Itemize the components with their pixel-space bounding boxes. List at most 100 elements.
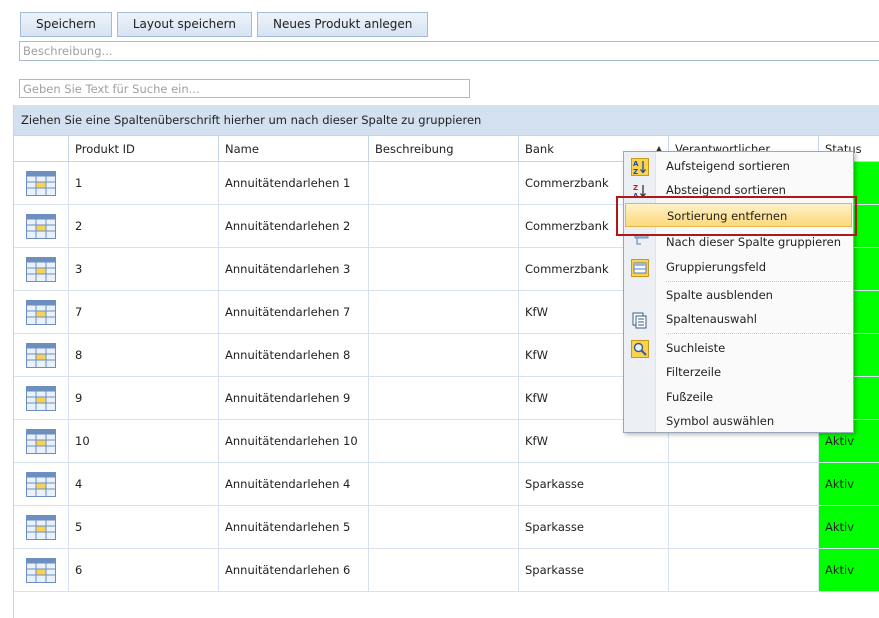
cell-description <box>369 506 519 548</box>
menu-item-clear-sorting[interactable]: Sortierung entfernen <box>625 203 852 227</box>
cell-product-id: 9 <box>69 377 219 419</box>
menu-item-group-by-column[interactable]: Nach dieser Spalte gruppieren <box>624 230 853 254</box>
cell-name: Annuitätendarlehen 6 <box>219 549 369 591</box>
row-edit-cell[interactable] <box>14 291 69 333</box>
menu-item-label: Aufsteigend sortieren <box>666 159 790 173</box>
cell-status: Aktiv <box>819 463 879 505</box>
cell-description <box>369 463 519 505</box>
column-header-description[interactable]: Beschreibung <box>369 136 519 161</box>
row-edit-cell[interactable] <box>14 506 69 548</box>
new-product-button[interactable]: Neues Produkt anlegen <box>256 12 429 37</box>
menu-item-label: Fußzeile <box>666 390 714 404</box>
group-panel[interactable]: Ziehen Sie eine Spaltenüberschrift hierh… <box>14 105 879 135</box>
cell-description <box>369 291 519 333</box>
menu-item-label: Sortierung entfernen <box>667 209 788 223</box>
cell-description <box>369 248 519 290</box>
cell-product-id: 5 <box>69 506 219 548</box>
cell-product-id: 7 <box>69 291 219 333</box>
group-panel-hint: Ziehen Sie eine Spaltenüberschrift hierh… <box>21 113 482 127</box>
row-edit-cell[interactable] <box>14 162 69 204</box>
cell-bank: Sparkasse <box>519 463 669 505</box>
svg-text:Z: Z <box>633 168 638 176</box>
cell-product-id: 3 <box>69 248 219 290</box>
cell-name: Annuitätendarlehen 9 <box>219 377 369 419</box>
menu-item-label: Suchleiste <box>666 341 726 355</box>
column-header-icon <box>14 136 69 161</box>
cell-product-id: 10 <box>69 420 219 462</box>
row-edit-cell[interactable] <box>14 334 69 376</box>
cell-owner <box>669 463 819 505</box>
menu-separator <box>666 281 851 282</box>
cell-name: Annuitätendarlehen 1 <box>219 162 369 204</box>
cell-description <box>369 377 519 419</box>
menu-item-column-chooser[interactable]: Spaltenauswahl <box>624 307 853 331</box>
cell-description <box>369 549 519 591</box>
cell-name: Annuitätendarlehen 7 <box>219 291 369 333</box>
menu-item-search-panel[interactable]: Suchleiste <box>624 336 853 360</box>
group-by-column-icon <box>630 233 649 252</box>
cell-product-id: 4 <box>69 463 219 505</box>
menu-item-hide-column[interactable]: Spalte ausblenden <box>624 283 853 307</box>
search-input[interactable] <box>19 79 470 98</box>
menu-item-label: Gruppierungsfeld <box>666 260 767 274</box>
cell-bank: Sparkasse <box>519 506 669 548</box>
table-edit-icon[interactable] <box>26 256 56 282</box>
row-edit-cell[interactable] <box>14 377 69 419</box>
menu-item-choose-symbol[interactable]: Symbol auswählen <box>624 409 853 433</box>
menu-separator <box>666 333 851 334</box>
sort-ascending-icon: AZ <box>630 157 649 176</box>
menu-item-sort-descending[interactable]: ZA Absteigend sortieren <box>624 178 853 202</box>
svg-text:Z: Z <box>633 184 638 192</box>
group-panel-icon <box>630 258 649 277</box>
table-edit-icon[interactable] <box>26 557 56 583</box>
cell-status: Aktiv <box>819 549 879 591</box>
column-header-name[interactable]: Name <box>219 136 369 161</box>
menu-item-footer[interactable]: Fußzeile <box>624 385 853 409</box>
table-row[interactable]: 4 Annuitätendarlehen 4 Sparkasse Aktiv <box>14 463 879 506</box>
column-chooser-icon <box>630 310 649 329</box>
menu-item-label: Symbol auswählen <box>666 414 775 428</box>
menu-item-group-panel[interactable]: Gruppierungsfeld <box>624 255 853 279</box>
row-edit-cell[interactable] <box>14 420 69 462</box>
row-edit-cell[interactable] <box>14 549 69 591</box>
row-edit-cell[interactable] <box>14 463 69 505</box>
svg-text:A: A <box>633 160 639 168</box>
menu-item-label: Filterzeile <box>666 365 722 379</box>
cell-description <box>369 334 519 376</box>
description-field[interactable] <box>19 41 879 61</box>
search-panel-icon <box>630 339 649 358</box>
cell-description <box>369 420 519 462</box>
table-edit-icon[interactable] <box>26 514 56 540</box>
cell-name: Annuitätendarlehen 5 <box>219 506 369 548</box>
column-header-product-id[interactable]: Produkt ID <box>69 136 219 161</box>
cell-name: Annuitätendarlehen 10 <box>219 420 369 462</box>
cell-description <box>369 205 519 247</box>
table-edit-icon[interactable] <box>26 170 56 196</box>
menu-item-sort-ascending[interactable]: AZ Aufsteigend sortieren <box>624 154 853 178</box>
table-edit-icon[interactable] <box>26 342 56 368</box>
save-button[interactable]: Speichern <box>20 12 112 37</box>
menu-item-label: Absteigend sortieren <box>666 183 786 197</box>
table-row[interactable]: 6 Annuitätendarlehen 6 Sparkasse Aktiv <box>14 549 879 592</box>
cell-product-id: 1 <box>69 162 219 204</box>
column-header-bank-label: Bank <box>525 142 554 156</box>
toolbar: Speichern Layout speichern Neues Produkt… <box>20 12 429 37</box>
table-row[interactable]: 5 Annuitätendarlehen 5 Sparkasse Aktiv <box>14 506 879 549</box>
cell-description <box>369 162 519 204</box>
menu-item-filter-row[interactable]: Filterzeile <box>624 360 853 384</box>
save-layout-button[interactable]: Layout speichern <box>116 12 252 37</box>
table-edit-icon[interactable] <box>26 428 56 454</box>
svg-text:A: A <box>633 192 639 200</box>
table-edit-icon[interactable] <box>26 471 56 497</box>
row-edit-cell[interactable] <box>14 205 69 247</box>
cell-name: Annuitätendarlehen 3 <box>219 248 369 290</box>
cell-product-id: 6 <box>69 549 219 591</box>
menu-item-label: Spalte ausblenden <box>666 288 773 302</box>
row-edit-cell[interactable] <box>14 248 69 290</box>
cell-name: Annuitätendarlehen 4 <box>219 463 369 505</box>
table-edit-icon[interactable] <box>26 385 56 411</box>
cell-bank: Sparkasse <box>519 549 669 591</box>
table-edit-icon[interactable] <box>26 213 56 239</box>
table-edit-icon[interactable] <box>26 299 56 325</box>
column-context-menu: AZ Aufsteigend sortieren ZA Absteigend s… <box>623 151 854 433</box>
